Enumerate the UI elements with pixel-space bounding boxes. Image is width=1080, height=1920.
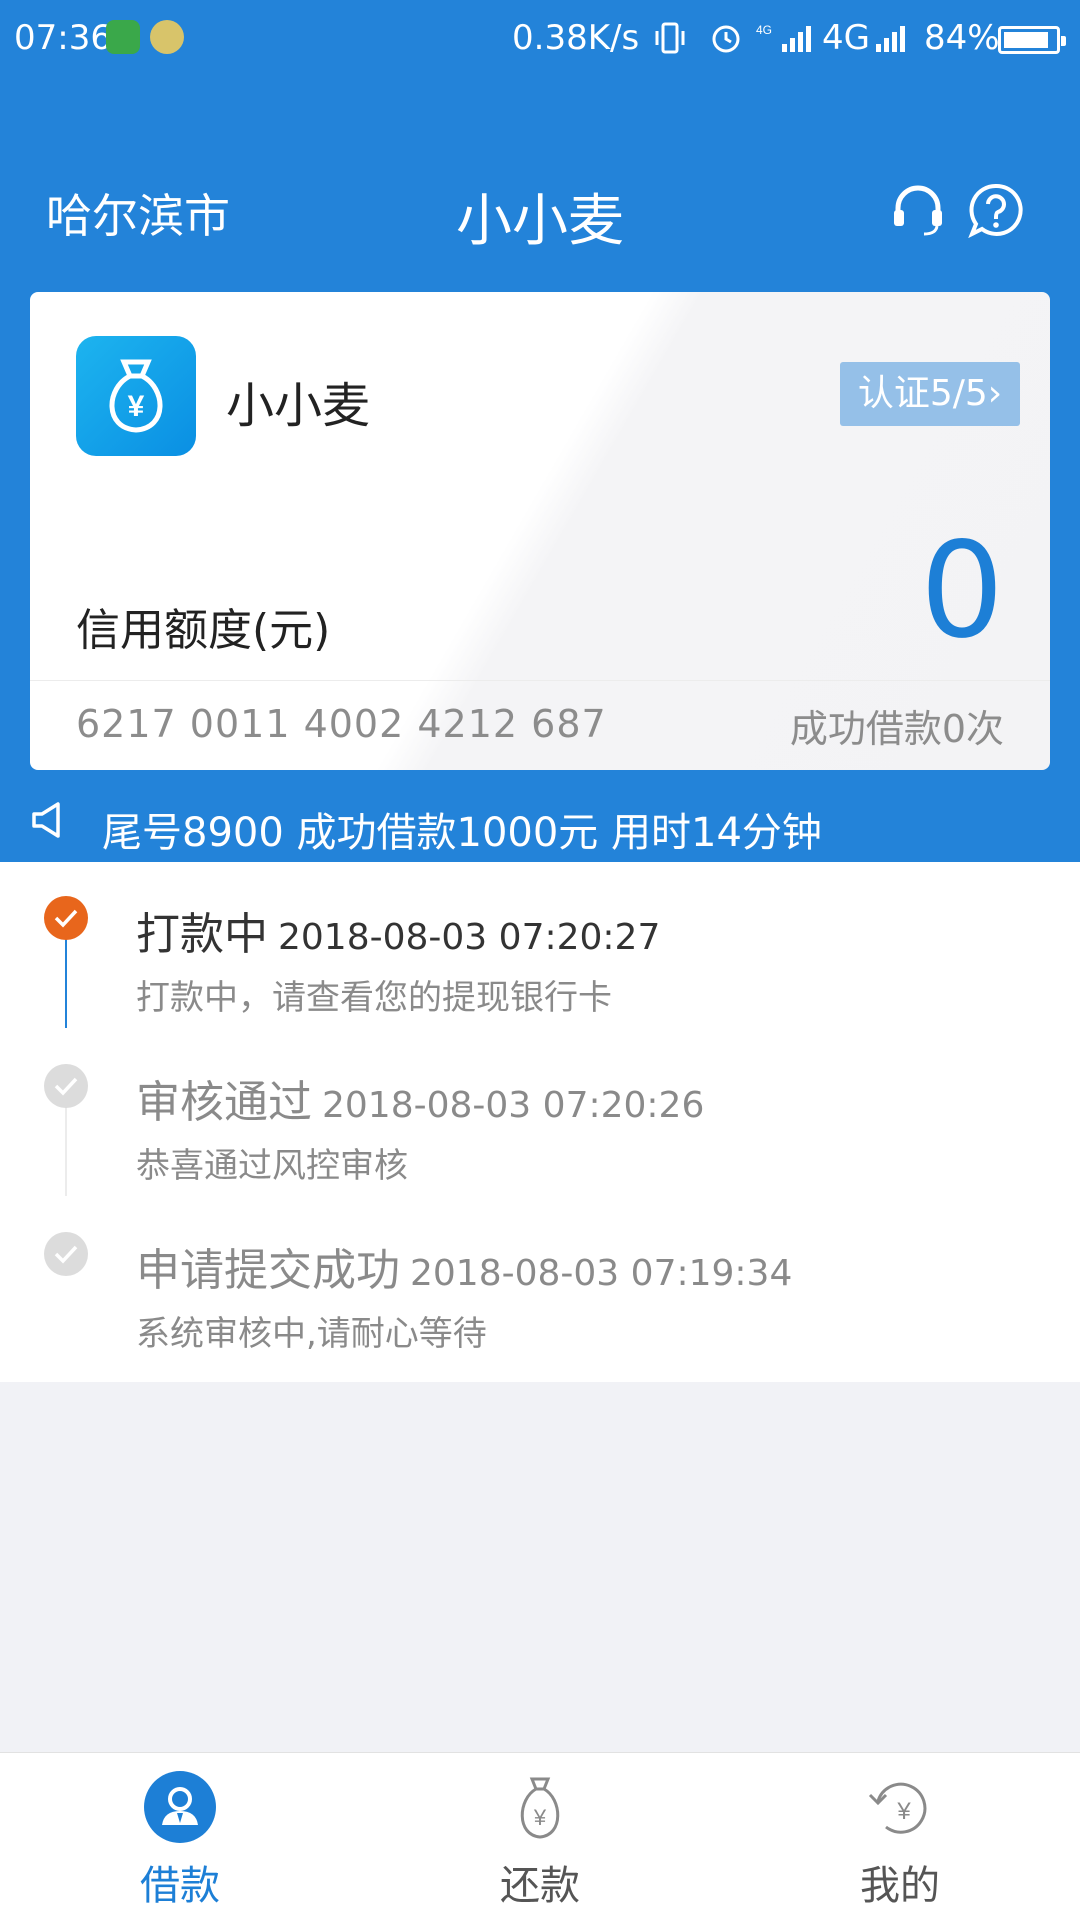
nav-tab-repay[interactable]: ¥ 还款 [360, 1753, 720, 1920]
step-description: 系统审核中,请耐心等待 [136, 1314, 487, 1354]
app-notification-icon [150, 20, 184, 54]
bank-card-number: 6217 0011 4002 4212 687 [76, 702, 607, 746]
money-bag-icon: ¥ [520, 1777, 560, 1839]
battery-icon [998, 26, 1066, 54]
help-icon[interactable] [968, 182, 1024, 238]
credit-limit-label: 信用额度(元) [76, 605, 331, 656]
svg-text:¥: ¥ [128, 390, 145, 423]
credit-limit-value: 0 [920, 514, 1004, 668]
app-name: 小小麦 [226, 378, 371, 434]
step-time: 2018-08-03 07:20:26 [322, 1085, 705, 1126]
step-title: 打款中 [136, 909, 268, 960]
step-description: 恭喜通过风控审核 [136, 1146, 408, 1186]
timeline-step: 申请提交成功 2018-08-03 07:19:34 [136, 1234, 792, 1298]
card-divider [30, 680, 1050, 681]
headset-icon[interactable] [890, 182, 946, 238]
nav-label: 我的 [860, 1863, 940, 1909]
bottom-nav: 借款 ¥ 还款 ¥ 我的 [0, 1752, 1080, 1920]
wechat-icon [106, 20, 140, 54]
vibrate-icon [655, 22, 685, 54]
loan-progress-timeline: 打款中 2018-08-03 07:20:27 打款中，请查看您的提现银行卡 审核… [0, 862, 1080, 1382]
timeline-connector-active [65, 928, 67, 1028]
step-title: 申请提交成功 [136, 1245, 400, 1296]
step-check-icon [44, 1232, 88, 1276]
battery-percent: 84% [924, 18, 1000, 58]
alarm-icon [712, 25, 740, 53]
svg-text:¥: ¥ [896, 1798, 911, 1825]
chevron-right-icon: › [987, 373, 1003, 414]
status-time: 07:36 [14, 18, 112, 58]
user-badge-icon [144, 1771, 216, 1843]
refresh-yuan-icon: ¥ [868, 1782, 927, 1834]
step-time: 2018-08-03 07:20:27 [278, 917, 661, 958]
nav-label: 借款 [140, 1863, 220, 1909]
speaker-icon [32, 802, 60, 838]
app-logo: ¥ [76, 336, 196, 456]
signal-icon [876, 26, 905, 52]
nav-tab-borrow[interactable]: 借款 [0, 1753, 360, 1920]
timeline-step: 审核通过 2018-08-03 07:20:26 [136, 1066, 704, 1130]
step-check-icon-active [44, 896, 88, 940]
svg-text:¥: ¥ [533, 1805, 547, 1830]
successful-borrow-count: 成功借款0次 [789, 707, 1004, 751]
timeline-step: 打款中 2018-08-03 07:20:27 [136, 898, 660, 962]
certification-label: 认证5/5 [857, 373, 988, 414]
step-time: 2018-08-03 07:19:34 [410, 1253, 793, 1294]
credit-card-panel: ¥ 小小麦 认证5/5› 信用额度(元) 0 6217 0011 4002 42… [30, 292, 1050, 770]
certification-button[interactable]: 认证5/5› [840, 362, 1020, 426]
announcement-ticker: 尾号8900 成功借款1000元 用时14分钟 [102, 810, 822, 856]
step-title: 审核通过 [136, 1077, 312, 1128]
network-speed: 0.38K/s [512, 18, 640, 58]
svg-text:4G: 4G [756, 23, 772, 37]
step-check-icon [44, 1064, 88, 1108]
step-description: 打款中，请查看您的提现银行卡 [136, 978, 612, 1018]
money-bag-logo-icon: ¥ [109, 359, 163, 433]
nav-label: 还款 [500, 1863, 580, 1909]
nav-tab-mine[interactable]: ¥ 我的 [720, 1753, 1080, 1920]
signal-4g-small-icon: 4G [756, 23, 811, 52]
network-type: 4G [822, 18, 870, 58]
status-bar: 07:36 0.38K/s 4G 4G 84% [0, 0, 1080, 80]
